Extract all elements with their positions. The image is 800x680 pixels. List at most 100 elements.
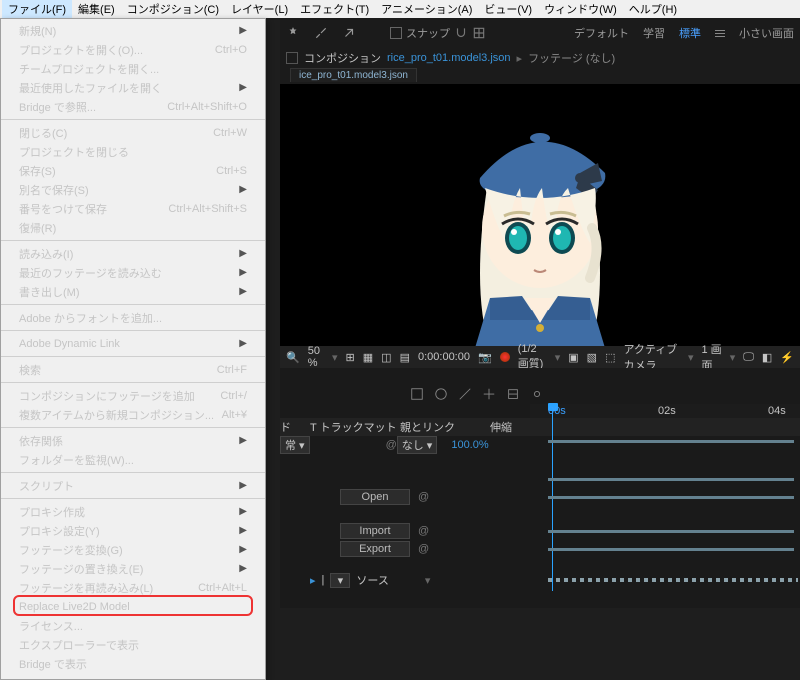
brush-tool-icon[interactable] xyxy=(314,26,328,40)
blendmode-dropdown[interactable]: 常 ▾ xyxy=(280,436,310,454)
layer-bar[interactable] xyxy=(548,440,794,443)
timeline-layer-row[interactable]: 常 ▾ @ なし ▾ 100.0% xyxy=(280,436,489,454)
col-parent: 親とリンク xyxy=(400,419,490,435)
menu-item[interactable]: プロジェクトを開く(O)...Ctrl+O xyxy=(1,40,265,59)
fast-preview-icon[interactable]: ⚡ xyxy=(780,350,794,364)
pixel-aspect-icon[interactable]: ◧ xyxy=(762,350,772,364)
stretch-value[interactable]: 100.0% xyxy=(451,439,488,451)
layer-bar[interactable] xyxy=(548,478,794,481)
menu-item[interactable]: チームプロジェクトを開く... xyxy=(1,59,265,78)
wand-tool-icon[interactable] xyxy=(342,26,356,40)
menu-item[interactable]: 別名で保存(S)▶ xyxy=(1,180,265,199)
tl-tool-icon[interactable] xyxy=(458,387,472,401)
workspace-menu-icon[interactable] xyxy=(715,30,725,37)
workspace-small[interactable]: 小さい画面 xyxy=(739,25,794,41)
snapshot-icon[interactable]: 📷 xyxy=(478,350,492,364)
menu-item[interactable]: スクリプト▶ xyxy=(1,476,265,495)
menu-item[interactable]: Adobe からフォントを追加... xyxy=(1,308,265,327)
menu-item[interactable]: プロキシ設定(Y)▶ xyxy=(1,521,265,540)
menu-item[interactable]: フッテージを変換(G)▶ xyxy=(1,540,265,559)
magnify-icon[interactable]: 🔍 xyxy=(286,350,300,364)
workspace-default[interactable]: デフォルト xyxy=(574,25,629,41)
menu-layer[interactable]: レイヤー(L) xyxy=(225,0,294,19)
toolbar-header: スナップ デフォルト 学習 標準 小さい画面 xyxy=(280,18,800,48)
menu-item[interactable]: 閉じる(C)Ctrl+W xyxy=(1,123,265,142)
menu-item[interactable]: 複数アイテムから新規コンポジション...Alt+¥ xyxy=(1,405,265,424)
menu-item[interactable]: エクスプローラーで表示 xyxy=(1,635,265,654)
view-3d-icon[interactable]: ⬚ xyxy=(605,350,615,364)
view-layout-icon[interactable]: 🖵 xyxy=(743,350,754,364)
menu-item[interactable]: コンポジションにフッテージを追加Ctrl+/ xyxy=(1,386,265,405)
menu-item[interactable]: Replace Live2D Model xyxy=(1,597,265,616)
snap-magnet-icon[interactable] xyxy=(454,26,468,40)
workspace-standard[interactable]: 標準 xyxy=(679,25,701,41)
menu-view[interactable]: ビュー(V) xyxy=(478,0,538,19)
menu-item[interactable]: 最近のフッテージを読み込む▶ xyxy=(1,263,265,282)
comp-breadcrumb: コンポジション rice_pro_t01.model3.json ▸ フッテージ… xyxy=(280,48,800,68)
zoom-dropdown[interactable]: 50 % xyxy=(308,345,324,369)
ruler-tick: 04s xyxy=(768,405,786,417)
menu-item[interactable]: 依存関係▶ xyxy=(1,431,265,450)
mask-icon[interactable]: ◫ xyxy=(381,350,391,364)
menu-item[interactable]: 最近使用したファイルを開く▶ xyxy=(1,78,265,97)
pickwhip-icon[interactable]: @ xyxy=(418,543,429,555)
channel-icon[interactable]: ▤ xyxy=(400,350,410,364)
menu-item[interactable]: Adobe Dynamic Link▶ xyxy=(1,334,265,353)
pickwhip-icon[interactable]: @ xyxy=(418,491,429,503)
menu-composition[interactable]: コンポジション(C) xyxy=(121,0,225,19)
comp-name-link[interactable]: rice_pro_t01.model3.json xyxy=(387,52,511,64)
snap-grid-icon[interactable] xyxy=(472,26,486,40)
workspace-learn[interactable]: 学習 xyxy=(643,25,665,41)
menu-item[interactable]: プロキシ作成▶ xyxy=(1,502,265,521)
menu-item[interactable]: Bridge で表示 xyxy=(1,654,265,673)
grid-icon[interactable]: ▦ xyxy=(363,350,373,364)
menu-window[interactable]: ウィンドウ(W) xyxy=(538,0,623,19)
menu-item: ライセンス... xyxy=(1,616,265,635)
comp-tab[interactable]: ice_pro_t01.model3.json xyxy=(290,68,417,82)
snap-checkbox[interactable] xyxy=(390,27,402,39)
timeline-ruler[interactable]: 00s 02s 04s 06s 08s xyxy=(530,404,800,418)
timecode[interactable]: 0:00:00:00 xyxy=(418,351,470,363)
layer-bar[interactable] xyxy=(548,496,794,499)
viewport-footer: 🔍 50 %▾ ⊞ ▦ ◫ ▤ 0:00:00:00 📷 (1/2画質)▾ ▣ … xyxy=(280,346,800,368)
export-button[interactable]: Export xyxy=(340,541,410,557)
menu-animation[interactable]: アニメーション(A) xyxy=(375,0,478,19)
color-wheel-icon[interactable] xyxy=(500,352,510,362)
keyframe-strip[interactable] xyxy=(548,578,798,582)
layer-bar[interactable] xyxy=(548,530,794,533)
menu-item[interactable]: 保存(S)Ctrl+S xyxy=(1,161,265,180)
tl-tool-icon[interactable] xyxy=(482,387,496,401)
menu-file[interactable]: ファイル(F) xyxy=(2,0,72,19)
import-button[interactable]: Import xyxy=(340,523,410,539)
resolution-dropdown[interactable]: (1/2画質) xyxy=(518,343,547,371)
layer-bar[interactable] xyxy=(548,548,794,551)
region-icon[interactable]: ▣ xyxy=(568,350,578,364)
tl-tool-icon[interactable] xyxy=(530,387,544,401)
hand-tool-icon[interactable] xyxy=(286,26,300,40)
menu-item[interactable]: 読み込み(I)▶ xyxy=(1,244,265,263)
tl-tool-icon[interactable] xyxy=(410,387,424,401)
chevron-icon: ▸ xyxy=(517,52,523,65)
menu-item[interactable]: 番号をつけて保存Ctrl+Alt+Shift+S xyxy=(1,199,265,218)
menu-edit[interactable]: 編集(E) xyxy=(72,0,121,19)
tl-tool-icon[interactable] xyxy=(506,387,520,401)
menu-effect[interactable]: エフェクト(T) xyxy=(294,0,375,19)
menu-item[interactable]: Bridge で参照...Ctrl+Alt+Shift+O xyxy=(1,97,265,116)
menu-item[interactable]: フッテージの置き換え(E)▶ xyxy=(1,559,265,578)
menu-item[interactable]: 新規(N)▶ xyxy=(1,21,265,40)
resolution-icon[interactable]: ⊞ xyxy=(346,350,355,364)
open-button[interactable]: Open xyxy=(340,489,410,505)
menu-item[interactable]: フッテージを再読み込み(L)Ctrl+Alt+L xyxy=(1,578,265,597)
timeline-tracks[interactable] xyxy=(530,418,800,608)
parent-dropdown[interactable]: なし ▾ xyxy=(397,436,438,454)
pickwhip-icon[interactable]: @ xyxy=(418,525,429,537)
tl-tool-icon[interactable] xyxy=(434,387,448,401)
menu-item[interactable]: 検索Ctrl+F xyxy=(1,360,265,379)
menu-item[interactable]: フォルダーを監視(W)... xyxy=(1,450,265,469)
menu-item[interactable]: 書き出し(M)▶ xyxy=(1,282,265,301)
menu-help[interactable]: ヘルプ(H) xyxy=(623,0,683,19)
composition-viewport[interactable] xyxy=(280,84,800,352)
menu-item[interactable]: プロジェクトを閉じる xyxy=(1,142,265,161)
toggle-alpha-icon[interactable]: ▧ xyxy=(587,350,597,364)
layer-source-row[interactable]: ▸ | ▾ ソース ▾ xyxy=(310,572,430,588)
